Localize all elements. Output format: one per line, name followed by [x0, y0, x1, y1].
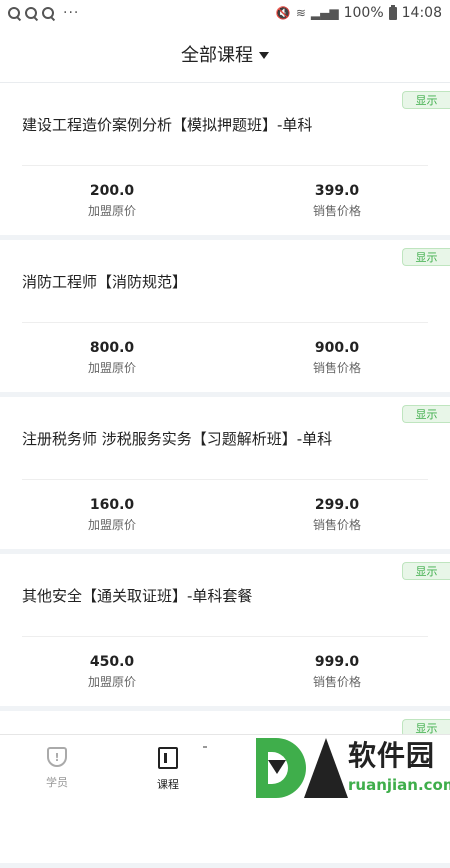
join-price-label: 加盟原价 [87, 675, 136, 689]
header: 全部课程 [0, 26, 450, 83]
status-time: 14:08 [401, 5, 442, 21]
sale-price-label: 销售价格 [312, 204, 361, 218]
course-title: 建设工程造价案例分析【模拟押题班】-单科 [22, 116, 313, 134]
course-filter-dropdown[interactable]: 全部课程 [181, 41, 269, 67]
sale-price-block: 900.0 销售价格 [277, 339, 397, 376]
page-title: 全部课程 [181, 45, 253, 66]
sale-price-block: 399.0 销售价格 [277, 182, 397, 219]
join-price-value: 800.0 [89, 340, 135, 356]
join-price-value: 450.0 [89, 654, 135, 670]
watermark-d-shape [256, 738, 306, 798]
divider [22, 322, 428, 323]
sale-price-value: 999.0 [314, 654, 360, 670]
status-right: 🔇 ≋ ▂▄▆ 100% 14:08 [275, 4, 442, 21]
join-price-block: 800.0 加盟原价 [52, 339, 172, 376]
battery-percent: 100% [343, 5, 384, 21]
battery-icon [388, 4, 397, 20]
course-card[interactable]: 显示 消防工程师【消防规范】 800.0 加盟原价 900.0 销售价格 [0, 240, 450, 392]
course-title: 其他安全【通关取证班】-单科套餐 [22, 587, 253, 605]
divider [22, 479, 428, 480]
sale-price-label: 销售价格 [312, 518, 361, 532]
nav-tab-students[interactable]: ! 学员 [27, 747, 87, 790]
display-tag[interactable]: 显示 [402, 248, 450, 266]
signal-icon: ▂▄▆ [310, 6, 339, 20]
course-card[interactable]: 显示 注册税务师 涉税服务实务【习题解析班】-单科 160.0 加盟原价 299… [0, 397, 450, 549]
join-price-value: 160.0 [89, 497, 135, 513]
caret-down-icon [259, 51, 269, 59]
sale-price-value: 299.0 [314, 497, 360, 513]
sale-price-label: 销售价格 [312, 361, 361, 375]
nav-label: 课程 [157, 778, 179, 791]
join-price-label: 加盟原价 [87, 518, 136, 532]
sale-price-label: 销售价格 [312, 675, 361, 689]
course-title: 注册税务师 涉税服务实务【习题解析班】-单科 [22, 430, 333, 448]
watermark-text: 软件园 [348, 739, 436, 772]
course-title: 消防工程师【消防规范】 [22, 273, 188, 291]
search-notification-icon [42, 7, 54, 19]
status-left: ··· [8, 5, 79, 21]
watermark-a-shape [304, 738, 348, 798]
watermark-logo: 软件园 ruanjian.com [252, 736, 450, 800]
status-bar: ··· 🔇 ≋ ▂▄▆ 100% 14:08 [0, 0, 450, 26]
course-card[interactable]: 显示 建设工程造价案例分析【模拟押题班】-单科 200.0 加盟原价 399.0… [0, 83, 450, 235]
display-tag[interactable]: 显示 [402, 405, 450, 423]
nav-label: 学员 [46, 776, 68, 789]
search-notification-icon [8, 7, 20, 19]
wifi-icon: ≋ [295, 6, 306, 20]
nav-indicator-dot [203, 746, 207, 748]
book-icon [158, 747, 178, 769]
display-tag[interactable]: 显示 [402, 91, 450, 109]
watermark-url: ruanjian.com [348, 776, 450, 794]
shield-icon: ! [47, 747, 67, 767]
display-tag[interactable]: 显示 [402, 562, 450, 580]
sale-price-block: 999.0 销售价格 [277, 653, 397, 690]
join-price-label: 加盟原价 [87, 361, 136, 375]
mute-icon: 🔇 [275, 6, 291, 20]
join-price-value: 200.0 [89, 183, 135, 199]
divider [22, 636, 428, 637]
more-notifications-icon: ··· [63, 5, 80, 21]
join-price-block: 160.0 加盟原价 [52, 496, 172, 533]
divider [22, 165, 428, 166]
sale-price-value: 900.0 [314, 340, 360, 356]
download-arrow-icon [268, 760, 286, 774]
sale-price-block: 299.0 销售价格 [277, 496, 397, 533]
nav-tab-courses[interactable]: 课程 [138, 747, 198, 792]
course-card[interactable]: 显示 其他安全【通关取证班】-单科套餐 450.0 加盟原价 999.0 销售价… [0, 554, 450, 706]
join-price-label: 加盟原价 [87, 204, 136, 218]
join-price-block: 450.0 加盟原价 [52, 653, 172, 690]
join-price-block: 200.0 加盟原价 [52, 182, 172, 219]
sale-price-value: 399.0 [314, 183, 360, 199]
search-notification-icon [25, 7, 37, 19]
